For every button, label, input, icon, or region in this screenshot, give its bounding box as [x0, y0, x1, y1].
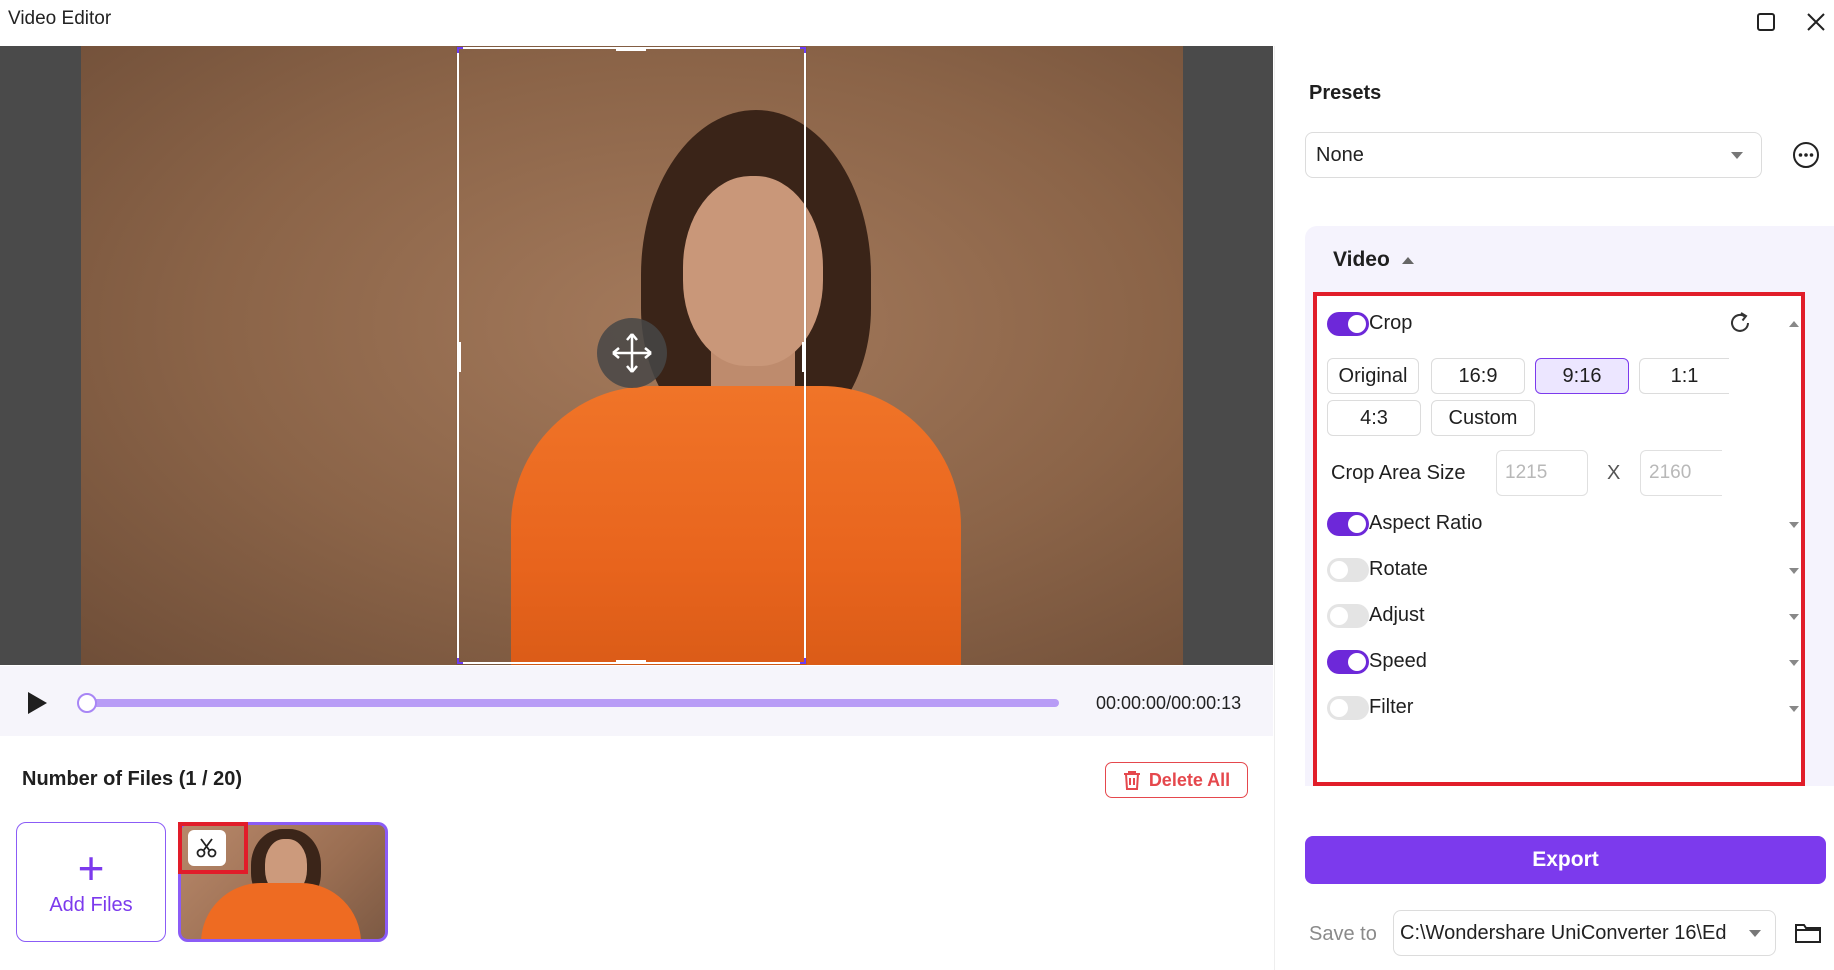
ratio-1-1-button[interactable]: 1:1 — [1639, 358, 1729, 394]
crop-handle-bottom[interactable] — [616, 660, 646, 664]
video-section-header[interactable]: Video — [1333, 248, 1414, 272]
move-arrows-icon — [612, 333, 652, 373]
filter-expand-icon[interactable] — [1789, 706, 1799, 712]
aspect-ratio-toggle[interactable] — [1327, 512, 1369, 536]
more-options-icon[interactable] — [1791, 140, 1821, 170]
close-button[interactable] — [1798, 4, 1834, 40]
title-bar: Video Editor — [0, 0, 1834, 44]
adjust-label: Adjust — [1369, 604, 1425, 626]
adjust-expand-icon[interactable] — [1789, 614, 1799, 620]
crop-area-size-label: Crop Area Size — [1331, 462, 1466, 484]
aspect-ratio-expand-icon[interactable] — [1789, 522, 1799, 528]
video-section-title: Video — [1333, 248, 1390, 271]
presets-selected: None — [1316, 143, 1364, 166]
plus-icon: + — [77, 841, 105, 894]
ratio-16-9-button[interactable]: 16:9 — [1431, 358, 1525, 394]
close-icon — [1807, 13, 1825, 31]
rotate-label: Rotate — [1369, 558, 1428, 580]
ratio-custom-button[interactable]: Custom — [1431, 400, 1535, 436]
rotate-toggle[interactable] — [1327, 558, 1369, 582]
adjust-toggle[interactable] — [1327, 604, 1369, 628]
trim-button[interactable] — [188, 830, 226, 866]
filter-label: Filter — [1369, 696, 1414, 718]
video-options-box: Crop Original 16:9 9:16 1:1 4:3 Custom C… — [1313, 292, 1805, 786]
video-preview[interactable] — [0, 46, 1273, 665]
crop-handle-left[interactable] — [457, 342, 461, 372]
speed-label: Speed — [1369, 650, 1427, 672]
reset-crop-icon[interactable] — [1727, 310, 1753, 336]
timeline-scrubber[interactable] — [77, 693, 97, 713]
delete-all-button[interactable]: Delete All — [1105, 762, 1248, 798]
presets-dropdown[interactable]: None — [1305, 132, 1762, 178]
chevron-down-icon — [1731, 152, 1743, 159]
scissors-icon — [196, 838, 217, 858]
folder-icon[interactable] — [1793, 918, 1823, 948]
filter-toggle[interactable] — [1327, 696, 1369, 720]
timeline-track[interactable] — [85, 699, 1059, 707]
crop-width-input[interactable]: 1215 — [1496, 450, 1588, 496]
video-settings-section: Video Crop Original 16:9 9:16 1:1 4:3 Cu… — [1305, 226, 1834, 786]
crop-corner-br[interactable] — [800, 658, 806, 664]
speed-toggle[interactable] — [1327, 650, 1369, 674]
crop-collapse-icon[interactable] — [1789, 321, 1799, 327]
delete-all-label: Delete All — [1148, 769, 1231, 790]
crop-corner-bl[interactable] — [457, 658, 463, 664]
aspect-ratio-label: Aspect Ratio — [1369, 512, 1483, 534]
play-icon — [28, 692, 47, 714]
chevron-up-icon — [1401, 256, 1414, 264]
files-count-title: Number of Files (1 / 20) — [22, 768, 243, 790]
trash-icon — [1123, 771, 1140, 790]
crop-height-input[interactable]: 2160 — [1640, 450, 1722, 496]
presets-title: Presets — [1309, 82, 1382, 104]
save-path-dropdown[interactable]: C:\Wondershare UniConverter 16\Ed — [1393, 910, 1776, 956]
save-path-value: C:\Wondershare UniConverter 16\Ed — [1400, 921, 1727, 944]
crop-handle-top[interactable] — [616, 47, 646, 51]
rotate-expand-icon[interactable] — [1789, 568, 1799, 574]
export-button[interactable]: Export — [1305, 836, 1826, 884]
add-files-button[interactable]: + Add Files — [16, 822, 166, 942]
chevron-down-icon — [1749, 930, 1761, 937]
crop-toggle[interactable] — [1327, 312, 1369, 336]
play-button[interactable] — [24, 690, 50, 716]
crop-size-separator: X — [1607, 462, 1621, 484]
maximize-icon — [1757, 13, 1775, 31]
speed-expand-icon[interactable] — [1789, 660, 1799, 666]
crop-corner-tr[interactable] — [800, 47, 806, 53]
thumbnail-shirt — [201, 883, 361, 939]
settings-panel: Presets None Video Crop Original 16:9 9:… — [1274, 46, 1834, 970]
window-title: Video Editor — [8, 8, 112, 29]
crop-label: Crop — [1369, 312, 1413, 334]
playback-bar: 00:00:00/00:00:13 — [0, 666, 1273, 736]
timecode: 00:00:00/00:00:13 — [1096, 693, 1242, 713]
crop-corner-tl[interactable] — [457, 47, 463, 53]
maximize-button[interactable] — [1748, 4, 1784, 40]
ratio-9-16-button[interactable]: 9:16 — [1535, 358, 1629, 394]
ratio-original-button[interactable]: Original — [1327, 358, 1419, 394]
save-to-label: Save to — [1309, 923, 1377, 945]
crop-handle-right[interactable] — [802, 342, 806, 372]
ratio-4-3-button[interactable]: 4:3 — [1327, 400, 1421, 436]
crop-move-handle[interactable] — [597, 318, 667, 388]
add-files-label: Add Files — [49, 893, 133, 916]
